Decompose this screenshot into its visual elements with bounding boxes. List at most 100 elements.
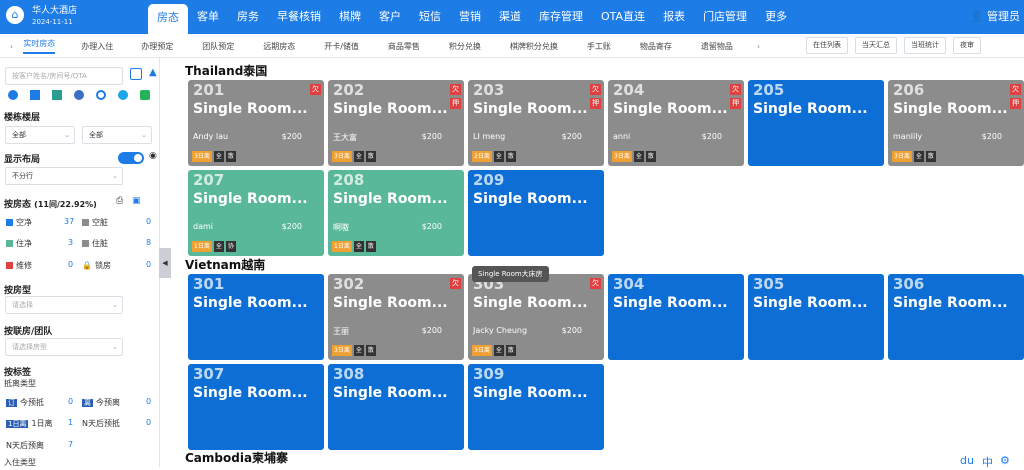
in-house-list-button[interactable]: 在住列表 [806, 37, 848, 54]
wechat-icon[interactable] [140, 90, 150, 100]
ota-icon[interactable] [74, 90, 84, 100]
room-tag: 散 [225, 151, 236, 162]
nav-item-ota[interactable]: OTA直连 [592, 0, 654, 34]
nav-item-marketing[interactable]: 营销 [450, 0, 490, 34]
id-card-2-icon[interactable] [52, 90, 62, 100]
joint-select[interactable]: 请选择房型 ⌄ [5, 338, 123, 356]
room-card[interactable]: 305 Single Room... [748, 274, 884, 360]
roomtype-select[interactable]: 请选择 ⌄ [5, 296, 123, 314]
tag-n-days-departure[interactable]: N天后预离 [6, 440, 44, 451]
room-card[interactable]: 304 Single Room... [608, 274, 744, 360]
room-card[interactable]: 301 Single Room... [188, 274, 324, 360]
target-icon[interactable] [96, 90, 106, 100]
status-locked[interactable]: 🔒 锁房 [82, 260, 111, 271]
sidebar-collapse-button[interactable]: ◀ [159, 248, 171, 278]
room-card[interactable]: 206 Single Room... manlily $200 欠押 3日离全散 [888, 80, 1024, 166]
room-card[interactable]: 302 Single Room... 王丽 $200 欠 3日离全散 [328, 274, 464, 360]
room-card[interactable]: 209 Single Room... [468, 170, 604, 256]
room-card[interactable]: 309 Single Room... [468, 364, 604, 450]
room-card[interactable]: 307 Single Room... [188, 364, 324, 450]
tab-lost-items[interactable]: 遗留物品 [701, 41, 733, 52]
daily-summary-button[interactable]: 当天汇总 [855, 37, 897, 54]
tag-heading: 按标签 [4, 368, 32, 378]
tab-realtime-status[interactable]: 实时房态 [23, 38, 56, 54]
room-type: Single Room... [193, 385, 308, 401]
room-tag: 散 [365, 241, 376, 252]
chevron-left-icon[interactable]: ‹ [10, 42, 13, 51]
nav-item-reports[interactable]: 报表 [654, 0, 694, 34]
status-maintenance[interactable]: 维修 [6, 260, 32, 271]
tab-manual-account[interactable]: 手工账 [587, 41, 611, 52]
tab-storage[interactable]: 物品寄存 [640, 41, 672, 52]
tab-chess-points[interactable]: 棋牌积分兑换 [510, 41, 558, 52]
print-icon[interactable]: ⎙ [116, 196, 123, 206]
nav-item-more[interactable]: 更多⌄ [756, 0, 796, 55]
room-price: $200 [561, 326, 582, 335]
sub-toolbar: ‹ 实时房态 办理入住 办理预定 团队预定 远期房态 开卡/储值 商品零售 积分… [0, 34, 1024, 58]
tag-today-departure[interactable]: 离今预离 [82, 397, 120, 408]
status-vacant-dirty-count: 0 [146, 217, 152, 226]
language-toggle[interactable]: 中 [982, 454, 993, 470]
nav-item-channels[interactable]: 渠道 [490, 0, 530, 34]
bell-icon[interactable]: ▲ [149, 67, 157, 78]
tab-checkin[interactable]: 办理入住 [81, 41, 113, 52]
person-icon[interactable] [8, 90, 18, 100]
nav-item-sms[interactable]: 短信 [410, 0, 450, 34]
copy-icon[interactable]: ▣ [132, 196, 141, 206]
building-select-value: 全部 [12, 131, 26, 139]
shift-stats-button[interactable]: 当班统计 [904, 37, 946, 54]
layout-select[interactable]: 不分行 ⌄ [5, 167, 123, 185]
layout-toggle[interactable] [118, 152, 144, 164]
tab-retail[interactable]: 商品零售 [388, 41, 420, 52]
chevron-right-icon[interactable]: › [757, 42, 760, 51]
tab-future-status[interactable]: 远期房态 [263, 41, 295, 52]
settings-icon[interactable]: ⚙ [1000, 454, 1010, 467]
night-audit-button[interactable]: 夜审 [953, 37, 981, 54]
nav-item-chess[interactable]: 棋牌 [330, 0, 370, 34]
nav-item-store[interactable]: 门店管理 [694, 0, 756, 34]
tag-one-day-departure[interactable]: 1日离 1日离 [6, 418, 53, 429]
tab-points-exchange[interactable]: 积分兑换 [449, 41, 481, 52]
nav-item-breakfast[interactable]: 早餐核销 [268, 0, 330, 34]
status-occupied-clean[interactable]: 住净 [6, 238, 32, 249]
status-maintenance-label: 维修 [16, 261, 32, 270]
room-card[interactable]: 205 Single Room... [748, 80, 884, 166]
crown-icon[interactable] [118, 90, 128, 100]
room-badge: 欠 [730, 84, 741, 95]
room-card[interactable]: 208 Single Room... 啊嗷 $200 1日离全散 [328, 170, 464, 256]
floor-select-value: 全部 [89, 131, 103, 139]
nav-item-housekeeping[interactable]: 房务 [228, 0, 268, 34]
room-type: Single Room... [613, 295, 728, 311]
tag-today-arrival[interactable]: 订今预抵 [6, 397, 44, 408]
eye-icon[interactable]: ◉ [149, 151, 157, 161]
room-card[interactable]: 204 Single Room... anni $200 欠押 3日离全散 [608, 80, 744, 166]
tab-card-topup[interactable]: 开卡/储值 [324, 41, 359, 52]
id-card-icon[interactable] [30, 90, 40, 100]
nav-item-orders[interactable]: 客单 [188, 0, 228, 34]
room-card[interactable]: 308 Single Room... [328, 364, 464, 450]
nav-item-customers[interactable]: 客户 [370, 0, 410, 34]
status-occupied-dirty[interactable]: 住脏 [82, 238, 108, 249]
status-vacant-clean[interactable]: 空净 [6, 217, 32, 228]
scan-icon[interactable] [130, 68, 142, 80]
status-vacant-dirty[interactable]: 空脏 [82, 217, 108, 228]
nav-item-inventory[interactable]: 库存管理 [530, 0, 592, 34]
room-card[interactable]: 306 Single Room... [888, 274, 1024, 360]
room-card[interactable]: 303 Single Room... Jacky Cheung $200 欠 3日离全散 [468, 274, 604, 360]
room-number: 308 [333, 365, 365, 383]
roomtype-select-placeholder: 请选择 [12, 301, 33, 309]
search-input[interactable]: 按客户姓名/房间号/OTA [5, 67, 123, 85]
tab-group-reservation[interactable]: 团队预定 [202, 41, 234, 52]
room-card[interactable]: 201 Single Room... Andy lau $200 欠 3日离全散 [188, 80, 324, 166]
tag-n-days-arrival[interactable]: N天后预抵 [82, 418, 120, 429]
user-menu[interactable]: 👤 管理员 [970, 0, 1020, 34]
building-select[interactable]: 全部 ⌄ [5, 126, 75, 144]
tab-reservation[interactable]: 办理预定 [141, 41, 173, 52]
room-card[interactable]: 202 Single Room... 王大富 $200 欠押 3日离全散 [328, 80, 464, 166]
du-icon[interactable]: du [960, 454, 974, 467]
room-card[interactable]: 207 Single Room... dami $200 1日离全协 [188, 170, 324, 256]
room-card[interactable]: 203 Single Room... LI meng $200 欠押 2日离全散 [468, 80, 604, 166]
floor-select[interactable]: 全部 ⌄ [82, 126, 152, 144]
tag-n-days-arrival-label: N天后预抵 [82, 419, 120, 428]
nav-item-room-status[interactable]: 房态 [148, 4, 188, 34]
